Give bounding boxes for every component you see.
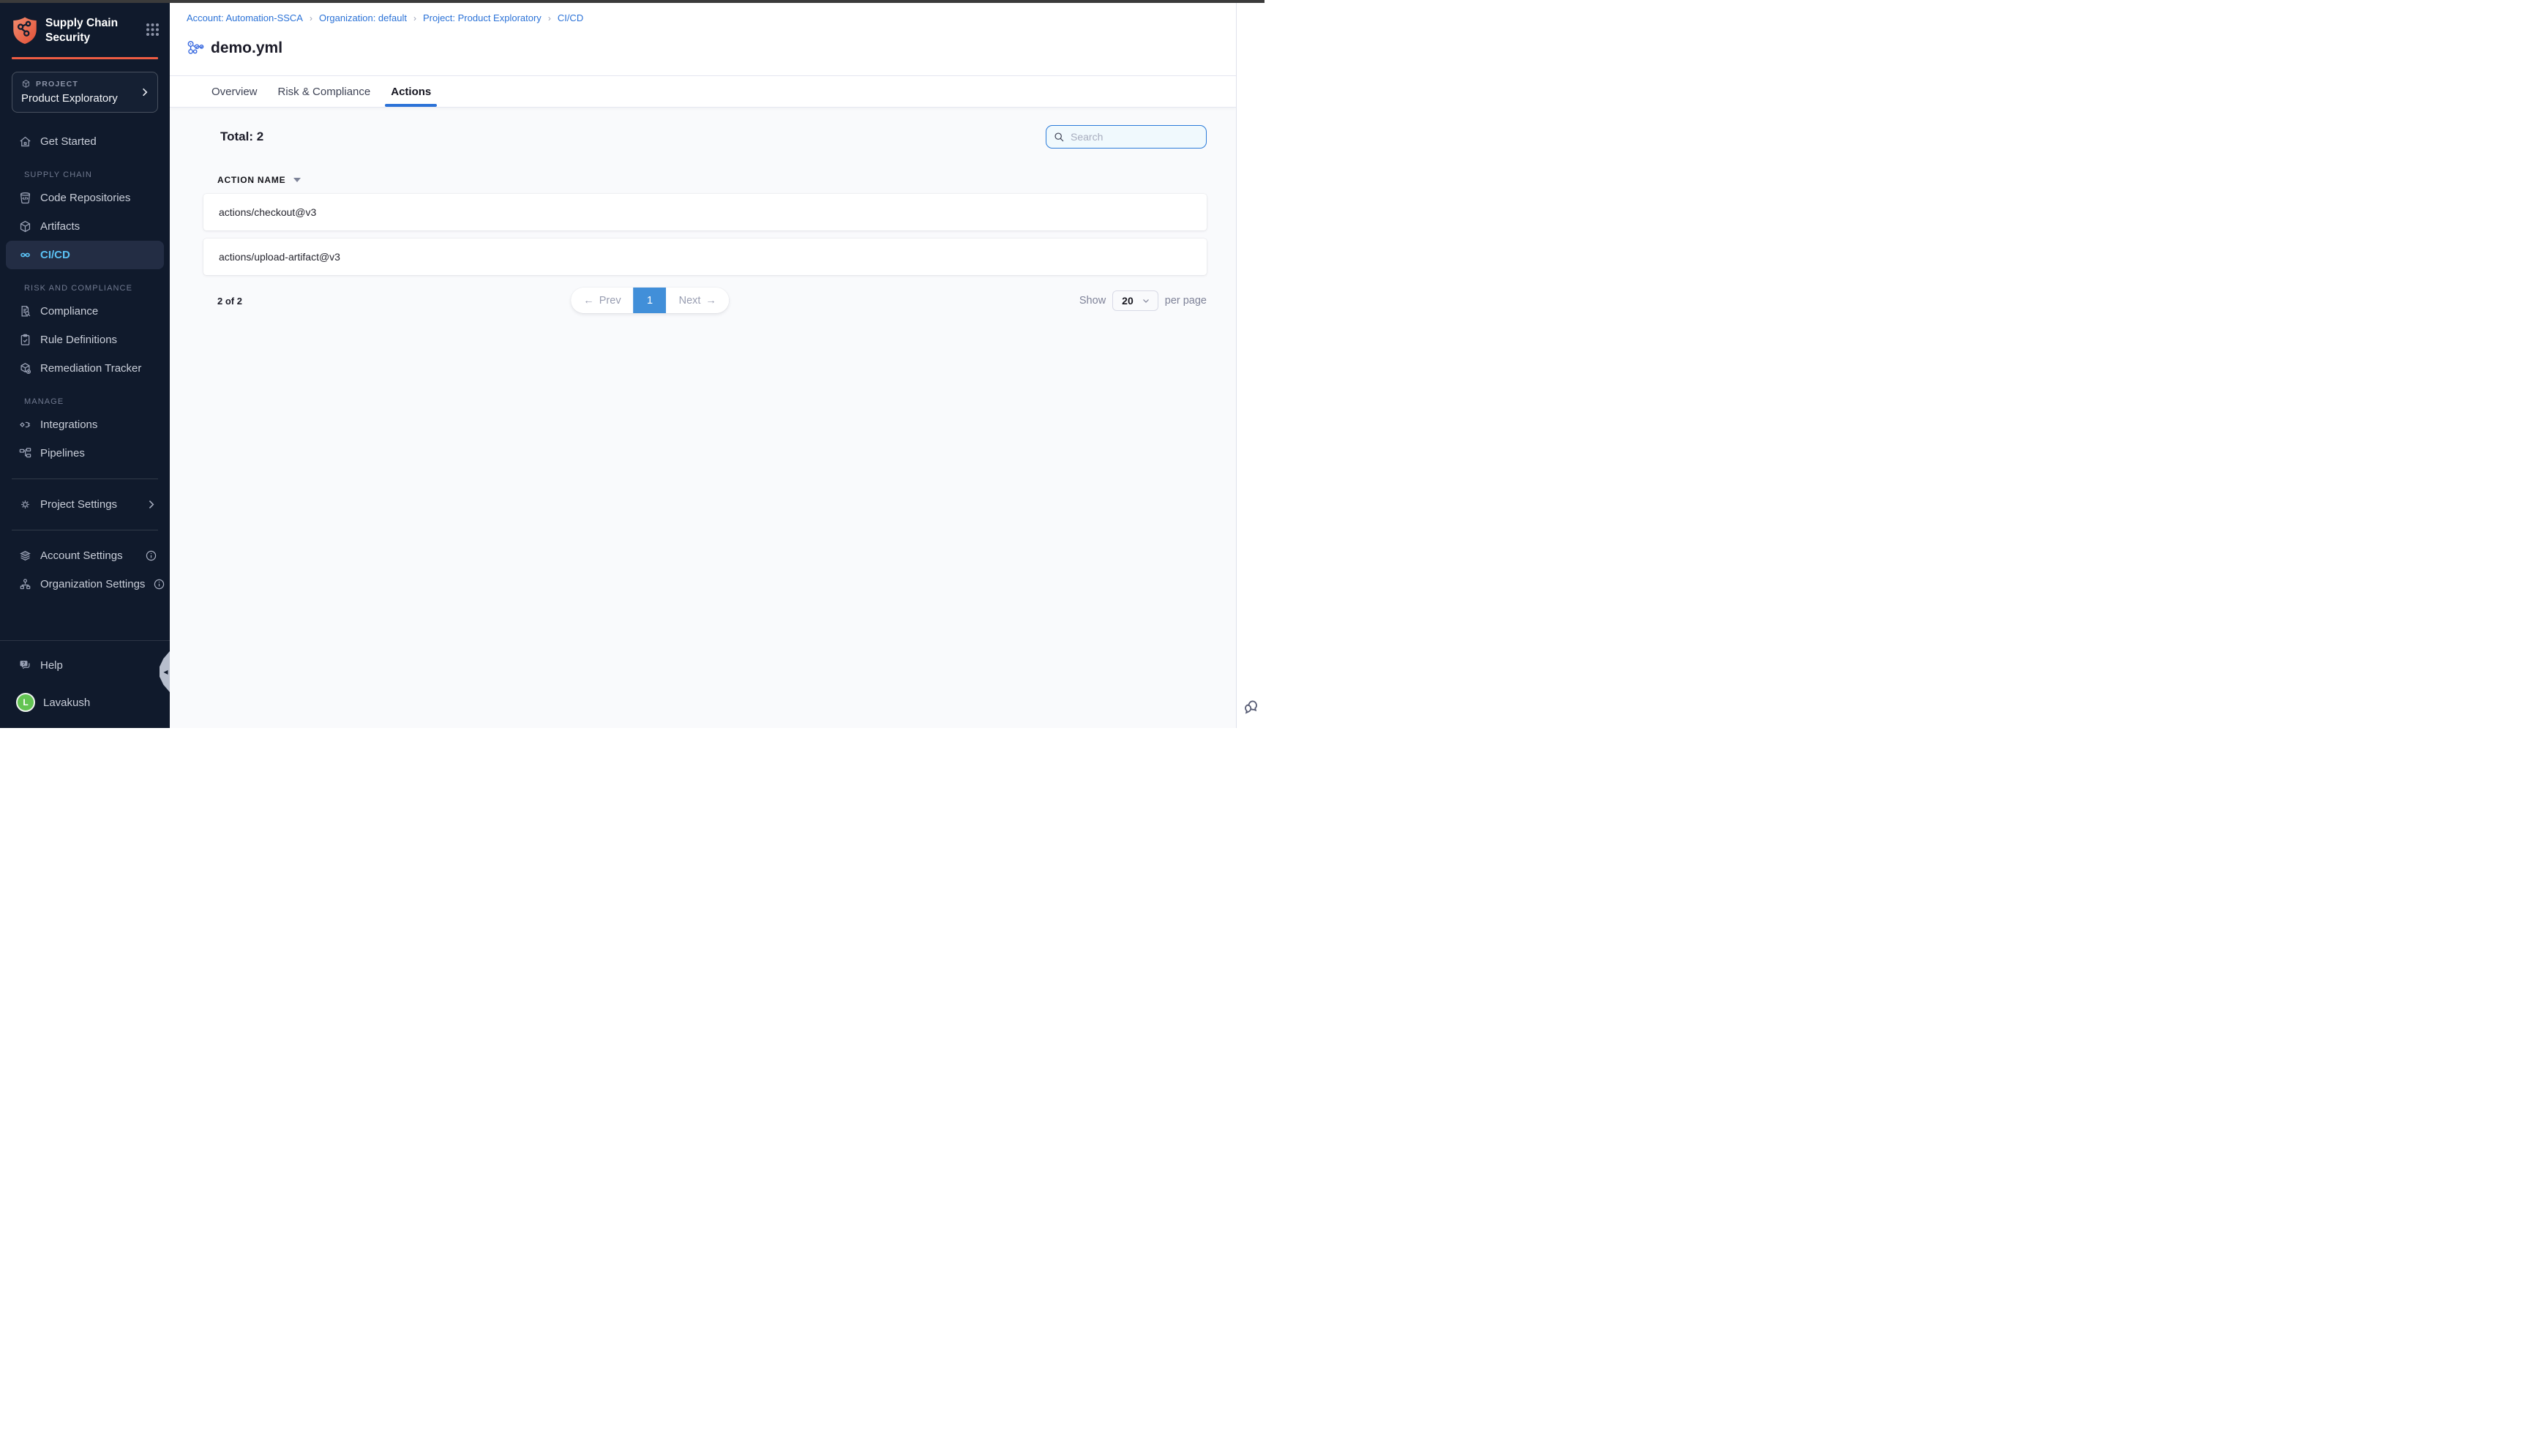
sidebar-item-remediation-tracker[interactable]: Remediation Tracker <box>6 354 164 383</box>
pagination-row: 2 of 2 ← Prev 1 Next → Show 20 <box>203 286 1207 315</box>
action-row[interactable]: actions/upload-artifact@v3 <box>203 239 1207 275</box>
project-selector-label: PROJECT <box>21 79 149 89</box>
show-label: Show <box>1079 295 1106 307</box>
chevron-down-icon <box>1142 296 1150 305</box>
apps-grid-icon[interactable] <box>146 23 160 37</box>
brand-accent-underline <box>12 57 158 59</box>
document-search-icon <box>18 304 32 318</box>
sidebar-item-rule-definitions[interactable]: Rule Definitions <box>6 326 164 354</box>
main-area: Account: Automation-SSCA › Organization:… <box>170 3 1236 728</box>
artifact-box-icon <box>18 219 32 233</box>
chevron-right-icon <box>145 498 157 511</box>
chat-support-icon[interactable] <box>1242 698 1260 716</box>
breadcrumb-cicd-link[interactable]: CI/CD <box>558 12 583 23</box>
prev-page-button[interactable]: ← Prev <box>571 288 633 313</box>
action-row[interactable]: actions/checkout@v3 <box>203 194 1207 230</box>
breadcrumb: Account: Automation-SSCA › Organization:… <box>187 12 1236 23</box>
gear-icon <box>18 498 32 511</box>
integrations-icon <box>18 418 32 432</box>
actions-content: Total: 2 ACTION NAME actions/checkout@v3… <box>170 108 1236 728</box>
tab-risk-and-compliance[interactable]: Risk & Compliance <box>276 76 373 107</box>
collapse-left-icon: ◀ <box>163 669 168 675</box>
page-title: demo.yml <box>211 40 282 57</box>
sidebar-item-cicd[interactable]: CI/CD <box>6 241 164 269</box>
sidebar-item-artifacts[interactable]: Artifacts <box>6 212 164 241</box>
pipelines-icon <box>18 446 32 460</box>
breadcrumb-project-link[interactable]: Project: Product Exploratory <box>423 12 542 23</box>
code-repository-icon <box>18 191 32 205</box>
pagination: ← Prev 1 Next → <box>571 288 729 313</box>
project-name: Product Exploratory <box>21 92 149 105</box>
clipboard-check-icon <box>18 333 32 347</box>
sidebar-item-integrations[interactable]: Integrations <box>6 410 164 439</box>
arrow-right-icon: → <box>705 295 716 307</box>
brand-header: Supply Chain Security <box>0 3 170 54</box>
tab-actions[interactable]: Actions <box>389 76 433 107</box>
sidebar-footer: ? Help L Lavakush <box>0 640 170 728</box>
nav-section-supply-chain: SUPPLY CHAIN <box>24 170 158 179</box>
page-summary: 2 of 2 <box>217 296 242 307</box>
project-selector[interactable]: PROJECT Product Exploratory <box>12 72 158 113</box>
user-menu[interactable]: L Lavakush <box>6 686 164 719</box>
sidebar-item-code-repositories[interactable]: Code Repositories <box>6 184 164 212</box>
sidebar-item-compliance[interactable]: Compliance <box>6 297 164 326</box>
action-name: actions/upload-artifact@v3 <box>219 251 340 263</box>
page-size-select[interactable]: 20 <box>1112 290 1158 311</box>
per-page-label: per page <box>1165 295 1207 307</box>
table-header: ACTION NAME <box>217 175 1207 185</box>
brand-title: Supply Chain Security <box>45 16 146 45</box>
toolbar: Total: 2 <box>203 125 1207 149</box>
page-header: Account: Automation-SSCA › Organization:… <box>170 3 1236 76</box>
pipeline-dag-icon <box>187 40 204 56</box>
nav-section-manage: MANAGE <box>24 397 158 406</box>
breadcrumb-separator: › <box>548 13 551 23</box>
sidebar-item-project-settings[interactable]: Project Settings <box>6 490 164 519</box>
info-icon[interactable] <box>145 549 157 562</box>
page-1-button[interactable]: 1 <box>634 288 667 313</box>
sidebar: Supply Chain Security PROJECT Product Ex… <box>0 3 170 728</box>
layers-gear-icon <box>18 549 32 563</box>
sidebar-item-pipelines[interactable]: Pipelines <box>6 439 164 468</box>
tab-bar: Overview Risk & Compliance Actions <box>170 76 1236 108</box>
help-chat-icon: ? <box>18 658 32 672</box>
tab-overview[interactable]: Overview <box>209 76 260 107</box>
user-name: Lavakush <box>43 697 90 709</box>
home-icon <box>18 135 32 149</box>
search-input[interactable] <box>1046 125 1207 149</box>
supply-chain-security-shield-logo <box>12 16 38 45</box>
arrow-left-icon: ← <box>583 295 594 307</box>
help-button[interactable]: ? Help <box>6 651 164 680</box>
total-count-label: Total: 2 <box>220 130 263 144</box>
search-box <box>1046 125 1207 149</box>
app-root: Supply Chain Security PROJECT Product Ex… <box>0 3 1264 728</box>
nav-section-risk-and-compliance: RISK AND COMPLIANCE <box>24 284 158 293</box>
sidebar-item-organization-settings[interactable]: Organization Settings <box>6 570 164 598</box>
svg-text:?: ? <box>23 661 26 667</box>
org-chart-gear-icon <box>18 577 32 591</box>
right-gutter <box>1236 3 1264 728</box>
column-action-name[interactable]: ACTION NAME <box>217 175 285 185</box>
breadcrumb-account-link[interactable]: Account: Automation-SSCA <box>187 12 303 23</box>
breadcrumb-organization-link[interactable]: Organization: default <box>319 12 407 23</box>
action-name: actions/checkout@v3 <box>219 206 316 218</box>
next-page-button[interactable]: Next → <box>667 288 729 313</box>
sidebar-item-get-started[interactable]: Get Started <box>6 127 164 156</box>
page-size-value: 20 <box>1122 295 1134 307</box>
page-size-group: Show 20 per page <box>1079 290 1207 311</box>
sort-caret-icon[interactable] <box>293 178 301 182</box>
page-title-row: demo.yml <box>187 29 1236 67</box>
sidebar-nav: Get Started SUPPLY CHAIN Code Repositori… <box>0 113 170 640</box>
search-icon <box>1053 131 1065 143</box>
chevron-right-icon <box>139 87 150 98</box>
breadcrumb-separator: › <box>310 13 312 23</box>
avatar: L <box>16 693 35 712</box>
cube-icon <box>21 79 31 89</box>
infinity-icon <box>18 248 32 262</box>
sidebar-item-account-settings[interactable]: Account Settings <box>6 541 164 570</box>
breadcrumb-separator: › <box>413 13 416 23</box>
box-repair-icon <box>18 361 32 375</box>
info-icon[interactable] <box>153 578 165 590</box>
